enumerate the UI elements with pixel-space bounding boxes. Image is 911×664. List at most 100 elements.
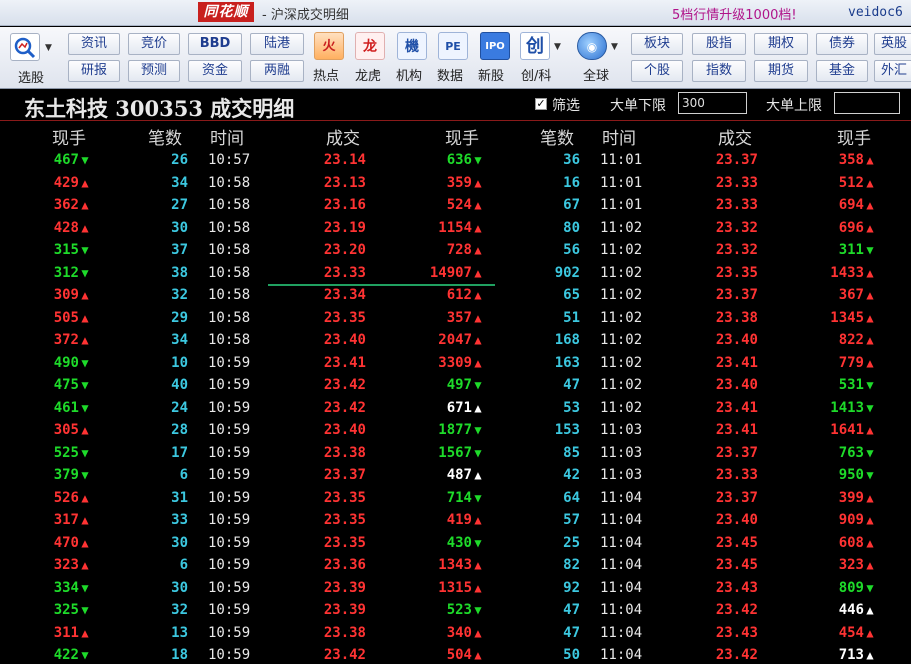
volume-cell: 1315 ▲ — [438, 577, 484, 600]
filter-checkbox[interactable]: ✓ — [535, 98, 547, 110]
volume-value: 311 — [53, 624, 79, 641]
research-button[interactable]: 研报 — [68, 60, 120, 82]
arrow-down-icon: ▼ — [81, 400, 89, 415]
hot-label[interactable]: 热点 — [313, 65, 339, 84]
price-cell: 23.35 — [323, 512, 366, 528]
table-row[interactable]: 429 ▲ 34 10:58 23.13 359 ▲ 16 11:01 23.33 512 ▲ — [0, 172, 911, 195]
table-row[interactable]: 315 ▼ 37 10:58 23.20 728 ▲ 56 11:02 23.32 311 ▼ — [0, 239, 911, 262]
forex-button[interactable]: 外汇 — [874, 60, 911, 82]
trade-detail-table[interactable]: 467 ▼ 26 10:57 23.14 636 ▼ 36 11:01 23.37 358 ▲ 429 ▲… — [0, 149, 911, 664]
username[interactable]: veidoc6 — [848, 5, 903, 20]
stock-picker-icon[interactable] — [10, 33, 40, 61]
dragon-tiger-label[interactable]: 龙虎 — [355, 65, 381, 84]
funds-button[interactable]: 资金 — [188, 60, 242, 82]
upper-limit-input[interactable] — [834, 92, 900, 114]
count-cell: 40 — [171, 377, 188, 393]
select-stock-label[interactable]: 选股 — [18, 67, 44, 86]
volume-value: 497 — [446, 377, 472, 393]
time-cell: 10:59 — [208, 647, 251, 663]
globe-icon[interactable]: ◉ — [577, 32, 607, 60]
price-cell: 23.37 — [715, 444, 758, 461]
table-row[interactable]: 467 ▼ 26 10:57 23.14 636 ▼ 36 11:01 23.37 358 ▲ — [0, 149, 911, 172]
arrow-up-icon: ▲ — [866, 333, 874, 347]
count-cell: 50 — [563, 647, 580, 663]
col-header-time: 时间 — [602, 129, 636, 149]
table-row[interactable]: 422 ▼ 18 10:59 23.42 504 ▲ 50 11:04 23.42 713 ▲ — [0, 644, 911, 664]
options-button[interactable]: 期权 — [754, 33, 808, 55]
count-cell: 13 — [171, 624, 188, 641]
uk-stock-button[interactable]: 英股 — [874, 33, 911, 55]
index-button[interactable]: 指数 — [692, 60, 746, 82]
bonds-button[interactable]: 债券 — [816, 33, 868, 55]
time-cell: 10:58 — [208, 242, 251, 258]
arrow-down-icon: ▼ — [81, 580, 89, 595]
table-row[interactable]: 323 ▲ 6 10:59 23.36 1343 ▲ 82 11:04 23.45 323 ▲ — [0, 554, 911, 577]
volume-value: 526 — [53, 489, 79, 506]
table-row[interactable]: 379 ▼ 6 10:59 23.37 487 ▲ 42 11:03 23.33 950 ▼ — [0, 464, 911, 487]
table-row[interactable]: 475 ▼ 40 10:59 23.42 497 ▼ 47 11:02 23.40 531 ▼ — [0, 374, 911, 397]
table-row[interactable]: 525 ▼ 17 10:59 23.38 1567 ▼ 85 11:03 23.37 763 ▼ — [0, 442, 911, 465]
volume-cell: 312 ▼ — [54, 262, 91, 285]
price-cell: 23.33 — [715, 174, 758, 191]
bbd-button[interactable]: BBD — [188, 33, 242, 55]
table-row[interactable]: 309 ▲ 32 10:58 23.34 612 ▲ 65 11:02 23.37 367 ▲ — [0, 284, 911, 307]
chuang-icon[interactable]: 创 — [520, 32, 550, 60]
time-cell: 10:59 — [208, 422, 251, 438]
sector-button[interactable]: 板块 — [631, 33, 683, 55]
table-row[interactable]: 317 ▲ 33 10:59 23.35 419 ▲ 57 11:04 23.40 909 ▲ — [0, 509, 911, 532]
table-row[interactable]: 362 ▲ 27 10:58 23.16 524 ▲ 67 11:01 23.33 694 ▲ — [0, 194, 911, 217]
stock-index-button[interactable]: 股指 — [692, 33, 746, 55]
arrow-down-icon: ▼ — [866, 400, 874, 415]
table-row[interactable]: 505 ▲ 29 10:58 23.35 357 ▲ 51 11:02 23.38 1345 ▲ — [0, 307, 911, 330]
table-row[interactable]: 470 ▲ 30 10:59 23.35 430 ▼ 25 11:04 23.45 608 ▲ — [0, 532, 911, 555]
auction-button[interactable]: 竞价 — [128, 33, 180, 55]
volume-cell: 446 ▲ — [839, 599, 876, 622]
individual-stock-button[interactable]: 个股 — [631, 60, 683, 82]
arrow-up-icon: ▲ — [866, 558, 874, 572]
table-row[interactable]: 461 ▼ 24 10:59 23.42 671 ▲ 53 11:02 23.41 1413 ▼ — [0, 397, 911, 420]
time-cell: 11:01 — [600, 197, 643, 213]
data-label[interactable]: 数据 — [437, 65, 463, 84]
hk-connect-button[interactable]: 陆港 — [250, 33, 304, 55]
table-row[interactable]: 305 ▲ 28 10:59 23.40 1877 ▼ 153 11:03 23.41 1641 ▲ — [0, 419, 911, 442]
ipo-icon[interactable]: IPO — [480, 32, 510, 60]
table-row[interactable]: 490 ▼ 10 10:59 23.41 3309 ▲ 163 11:02 23.41 779 ▲ — [0, 352, 911, 375]
volume-cell: 362 ▲ — [54, 194, 91, 217]
table-row[interactable]: 334 ▼ 30 10:59 23.39 1315 ▲ 92 11:04 23.43 809 ▼ — [0, 577, 911, 600]
lower-limit-input[interactable] — [678, 92, 747, 114]
forecast-button[interactable]: 预测 — [128, 60, 180, 82]
price-cell: 23.16 — [323, 197, 366, 213]
price-cell: 23.36 — [323, 557, 366, 573]
dragon-tiger-icon[interactable]: 龙 — [355, 32, 385, 60]
news-button[interactable]: 资讯 — [68, 33, 120, 55]
table-row[interactable]: 428 ▲ 30 10:58 23.19 1154 ▲ 80 11:02 23.32 696 ▲ — [0, 217, 911, 240]
margin-button[interactable]: 两融 — [250, 60, 304, 82]
table-row[interactable]: 325 ▼ 32 10:59 23.39 523 ▼ 47 11:04 23.42 446 ▲ — [0, 599, 911, 622]
table-row[interactable]: 311 ▲ 13 10:59 23.38 340 ▲ 47 11:04 23.43 454 ▲ — [0, 622, 911, 645]
funds-market-button[interactable]: 基金 — [816, 60, 868, 82]
price-cell: 23.42 — [323, 399, 366, 416]
price-cell: 23.45 — [715, 557, 758, 573]
chuang-sci-label[interactable]: 创/科 — [521, 65, 551, 84]
hot-icon[interactable]: 火 — [314, 32, 344, 60]
arrow-down-icon: ▼ — [81, 153, 89, 167]
upgrade-promo-link[interactable]: 5档行情升级1000档! — [672, 4, 797, 23]
volume-cell: 728 ▲ — [447, 239, 484, 262]
table-row[interactable]: 372 ▲ 34 10:58 23.40 2047 ▲ 168 11:02 23.40 822 ▲ — [0, 329, 911, 352]
table-row[interactable]: 312 ▼ 38 10:58 23.33 14907 ▲ 902 11:02 23.35 1433 ▲ — [0, 262, 911, 285]
volume-value: 714 — [446, 489, 472, 506]
futures-button[interactable]: 期货 — [754, 60, 808, 82]
institution-icon[interactable]: 機 — [397, 32, 427, 60]
chevron-down-icon[interactable]: ▼ — [45, 43, 52, 53]
volume-cell: 779 ▲ — [839, 352, 876, 375]
filter-label[interactable]: 筛选 — [552, 95, 580, 115]
volume-value: 14907 — [429, 264, 472, 281]
new-stock-label[interactable]: 新股 — [478, 65, 504, 84]
institution-label[interactable]: 机构 — [396, 65, 422, 84]
table-row[interactable]: 526 ▲ 31 10:59 23.35 714 ▼ 64 11:04 23.37 399 ▲ — [0, 487, 911, 510]
global-label[interactable]: 全球 — [583, 65, 609, 84]
count-cell: 57 — [563, 512, 580, 528]
chevron-down-icon[interactable]: ▼ — [611, 42, 618, 52]
pe-data-icon[interactable]: PE — [438, 32, 468, 60]
chevron-down-icon[interactable]: ▼ — [554, 42, 561, 52]
